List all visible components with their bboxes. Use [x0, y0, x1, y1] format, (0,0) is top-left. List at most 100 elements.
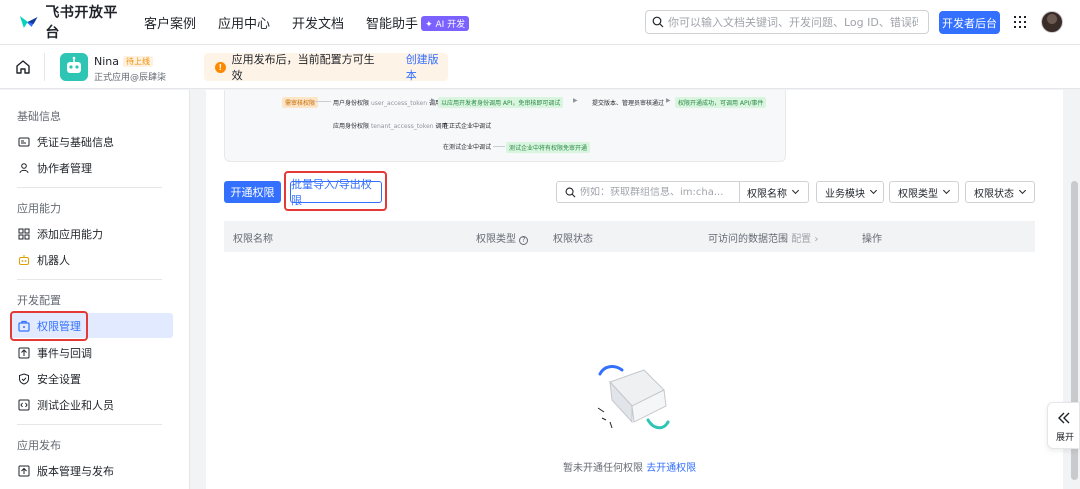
filter-field-select[interactable]: 权限名称 [739, 182, 809, 202]
empty-text: 暂未开通任何权限 [563, 463, 643, 474]
permission-filter-input[interactable] [580, 186, 730, 198]
flow-arrow-icon: ▶ [666, 97, 671, 104]
flow-step-prod: 在正式企业中调试 [443, 123, 492, 130]
search-icon [565, 187, 576, 197]
publish-notice: ! 应用发布后，当前配置方可生效 创建版本 [204, 51, 448, 83]
nav-assistant-label: 智能助手 [366, 16, 419, 32]
double-chevron-left-icon [1058, 412, 1070, 424]
upload-icon [18, 465, 30, 476]
sidebar-item-versions[interactable]: 版本管理与发布 [10, 458, 173, 483]
empty-box-illustration [597, 365, 670, 430]
expand-label: 展开 [1056, 433, 1075, 443]
th-permission-type-label: 权限类型 [476, 234, 516, 245]
sidebar-item-label: 测试企业和人员 [37, 398, 114, 412]
user-icon [19, 162, 29, 173]
id-card-icon [18, 137, 30, 146]
expand-panel-button[interactable]: 展开 [1047, 402, 1080, 449]
flow-connector [493, 146, 505, 147]
group-publish: 应用发布 [17, 439, 61, 452]
flow-user-token: user_access_token [370, 100, 428, 107]
filter-label: 权限状态 [974, 188, 1014, 200]
sidebar-item-add-capability[interactable]: 添加应用能力 [10, 221, 173, 246]
dev-console-button[interactable]: 开发者后台 [939, 11, 1000, 34]
group-basic-info: 基础信息 [17, 110, 61, 123]
chevron-down-icon [791, 186, 800, 195]
th-permission-name: 权限名称 [233, 234, 273, 245]
chevron-down-icon [869, 186, 878, 195]
feishu-logo-icon [19, 16, 38, 28]
nav-assistant[interactable]: 智能助手 ✦ AI 开发 [366, 13, 470, 32]
scope-config-link[interactable]: 配置 › [791, 234, 818, 245]
global-search[interactable] [645, 10, 929, 34]
code-icon [18, 399, 30, 410]
group-app-capabilities: 应用能力 [17, 202, 61, 215]
enable-permission-button[interactable]: 开通权限 [224, 181, 281, 203]
th-actions: 操作 [862, 234, 882, 245]
go-enable-link[interactable]: 去开通权限 [646, 463, 696, 474]
home-icon[interactable] [14, 58, 32, 76]
scope-config-label: 配置 [791, 234, 812, 245]
sidebar-item-test-tenant[interactable]: 测试企业和人员 [10, 392, 173, 417]
filter-business-module[interactable]: 业务模块 [816, 181, 884, 203]
nav-docs[interactable]: 开发文档 [292, 13, 344, 32]
nav-cases[interactable]: 客户案例 [144, 13, 196, 32]
highlight-frame [284, 171, 387, 211]
brand-logo[interactable]: 飞书开放平台 [18, 2, 130, 42]
flow-user-perm-label: 用户身份权限 [333, 100, 370, 107]
sidebar-item-bot[interactable]: 机器人 [10, 247, 173, 272]
divider [17, 187, 162, 188]
flow-connector [315, 101, 331, 102]
app-robot-icon [60, 53, 88, 81]
empty-state-message: 暂未开通任何权限 去开通权限 [563, 459, 696, 474]
filter-permission-status[interactable]: 权限状态 [965, 181, 1035, 203]
search-icon [652, 16, 664, 28]
app-name: Nina 待上线 [94, 55, 153, 68]
sidebar-item-label: 版本管理与发布 [37, 464, 114, 478]
sidebar-item-label: 事件与回调 [37, 346, 92, 360]
sidebar-item-label: 协作者管理 [37, 161, 92, 175]
filter-permission-type[interactable]: 权限类型 [889, 181, 959, 203]
sidebar-item-collaborators[interactable]: 协作者管理 [10, 155, 173, 180]
robot-icon [19, 254, 29, 265]
user-avatar[interactable] [1041, 11, 1063, 33]
permission-table-header: 权限名称 权限类型 ? 权限状态 可访问的数据范围 配置 › 操作 [224, 221, 1035, 252]
flow-user-perm: 用户身份权限 user_access_token 调用 [333, 98, 441, 107]
filter-field-label: 权限名称 [747, 188, 787, 200]
divider [17, 279, 162, 280]
sidebar-item-security[interactable]: 安全设置 [10, 366, 173, 391]
divider [44, 53, 45, 81]
shield-icon [19, 372, 29, 385]
sidebar-item-credentials[interactable]: 凭证与基础信息 [10, 129, 173, 154]
filter-label: 权限类型 [898, 188, 938, 200]
flow-step-submit: 提交版本、管理员审核通过 [592, 100, 665, 107]
permission-filter-search[interactable]: 权限名称 [556, 181, 809, 203]
help-icon[interactable]: ? [519, 236, 529, 245]
th-permission-type: 权限类型 ? [476, 230, 529, 245]
brand-name: 飞书开放平台 [45, 5, 118, 41]
th-permission-status: 权限状态 [553, 234, 593, 245]
apps-grid-icon[interactable] [1014, 16, 1026, 28]
app-name-text: Nina [94, 55, 119, 68]
nav-app-center[interactable]: 应用中心 [218, 13, 270, 32]
nav-links: 客户案例 应用中心 开发文档 智能助手 ✦ AI 开发 [144, 13, 491, 32]
sidebar-item-events[interactable]: 事件与回调 [10, 340, 173, 365]
flow-tenant-perm: 应用身份权限 tenant_access_token 调用 [333, 121, 448, 130]
flow-step-test: 在测试企业中调试 [443, 144, 492, 151]
sidebar-item-label: 凭证与基础信息 [37, 135, 114, 149]
sidebar-item-label: 机器人 [37, 253, 70, 267]
create-version-link[interactable]: 创建版本 [406, 51, 448, 83]
th-data-scope: 可访问的数据范围 配置 › [708, 230, 818, 245]
flow-step-user-api: 以应用开发者身份调用 API，免审核即可调试 [438, 97, 564, 108]
app-status-badge: 待上线 [123, 56, 153, 67]
flow-step-success: 权限开通成功，可调用 API/事件 [675, 97, 767, 108]
sidebar-item-label: 添加应用能力 [37, 227, 103, 241]
flow-step-test-all: 测试企业中将有权限免审开通 [506, 142, 591, 153]
chevron-down-icon [942, 186, 951, 195]
ai-badge: ✦ AI 开发 [421, 15, 470, 31]
flow-tag-review: 需审核权限 [282, 97, 319, 108]
search-input[interactable] [668, 15, 918, 29]
group-dev-config: 开发配置 [17, 294, 61, 307]
sidebar: 基础信息 凭证与基础信息 协作者管理 应用能力 添加应用能力 机器人 开发配置 … [0, 90, 190, 489]
flow-arrow-icon: ▶ [431, 97, 436, 104]
flow-arrow-icon: ▶ [573, 97, 578, 104]
